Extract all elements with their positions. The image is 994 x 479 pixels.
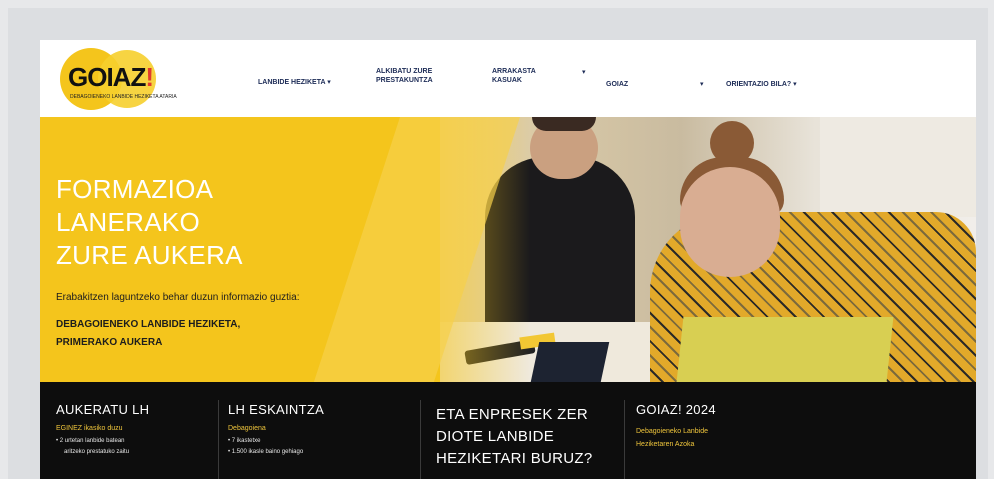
chevron-down-icon: ▾ <box>327 79 331 86</box>
column-list: • 2 urtetan lanbide batean aritzeko pres… <box>56 436 149 458</box>
hero-highlight: DEBAGOIENEKO LANBIDE HEZIKETA, PRIMERAKO… <box>56 319 241 348</box>
list-item: • 2 urtetan lanbide batean <box>56 438 125 444</box>
hero-title: FORMAZIOA LANERAKO ZURE AUKERA <box>56 174 243 270</box>
column-lh-eskaintza[interactable]: LH ESKAINTZA Debagoiena • 7 ikastetxe • … <box>228 402 324 458</box>
column-title: AUKERATU LH <box>56 402 150 417</box>
nav-item-alkibatu[interactable]: ALKIBATU ZURE PRESTAKUNTZA <box>376 67 433 85</box>
column-aukeratu-lh[interactable]: AUKERATU LH EGINEZ ikasiko duzu • 2 urte… <box>56 402 149 458</box>
nav-item-arrakasta-kasuak[interactable]: ARRAKASTA KASUAK <box>492 67 536 85</box>
nav-item-goiaz[interactable]: GOIAZ <box>606 80 628 89</box>
list-item: • 7 ikastetxe <box>228 438 261 444</box>
photo-man-hair <box>532 117 596 131</box>
column-title-line: DIOTE LANBIDE <box>436 428 555 445</box>
chevron-down-icon[interactable]: ▾ <box>700 80 704 88</box>
list-item: • 1.500 ikasle baino gehiago <box>228 449 304 455</box>
photo-woman-head <box>680 167 780 277</box>
photo-tablet <box>530 342 610 382</box>
column-title-line: HEZIKETARI BURUZ? <box>436 450 593 467</box>
photo-woman-bun <box>710 121 754 165</box>
column-title: GOIAZ! 2024 <box>636 402 716 417</box>
logo-tagline: DEBAGOIENEKO LANBIDE HEZIKETA ATARIA <box>70 94 177 100</box>
site-logo[interactable]: GOIAZ! DEBAGOIENEKO LANBIDE HEZIKETA ATA… <box>60 48 177 110</box>
navbar: GOIAZ! DEBAGOIENEKO LANBIDE HEZIKETA ATA… <box>40 40 976 117</box>
column-title: LH ESKAINTZA <box>228 402 325 417</box>
column-title-line: ETA ENPRESEK ZER <box>436 406 589 423</box>
list-item: aritzeko prestatuko zaitu <box>64 449 130 455</box>
column-enpresek[interactable]: ETA ENPRESEK ZER DIOTE LANBIDE HEZIKETAR… <box>436 404 593 470</box>
column-link[interactable]: Debagoieneko Lanbide Heziketaren Azoka <box>636 425 716 451</box>
column-divider <box>624 400 625 479</box>
photo-laptop <box>676 317 894 382</box>
photo-shelf <box>820 117 976 217</box>
column-link[interactable]: Debagoiena <box>228 425 324 432</box>
hero-banner: FORMAZIOA LANERAKO ZURE AUKERA Erabakitz… <box>40 117 976 382</box>
logo-wordmark: GOIAZ! <box>68 62 154 92</box>
chevron-down-icon: ▾ <box>793 81 797 88</box>
nav-item-lanbide-heziketa[interactable]: LANBIDE HEZIKETA ▾ <box>258 78 331 87</box>
chevron-down-icon[interactable]: ▾ <box>582 68 586 76</box>
nav-item-orientazio-bila[interactable]: ORIENTAZIO BILA? ▾ <box>726 80 797 89</box>
info-band: AUKERATU LH EGINEZ ikasiko duzu • 2 urte… <box>40 382 976 479</box>
hero-subtitle: Erabakitzen laguntzeko behar duzun infor… <box>56 292 300 303</box>
web-page: GOIAZ! DEBAGOIENEKO LANBIDE HEZIKETA ATA… <box>40 40 976 479</box>
column-link[interactable]: EGINEZ ikasiko duzu <box>56 425 149 432</box>
column-divider <box>218 400 219 479</box>
column-goiaz-2024[interactable]: GOIAZ! 2024 Debagoieneko Lanbide Heziket… <box>636 402 716 451</box>
column-list: • 7 ikastetxe • 1.500 ikasle baino gehia… <box>228 436 324 458</box>
column-divider <box>420 400 421 479</box>
